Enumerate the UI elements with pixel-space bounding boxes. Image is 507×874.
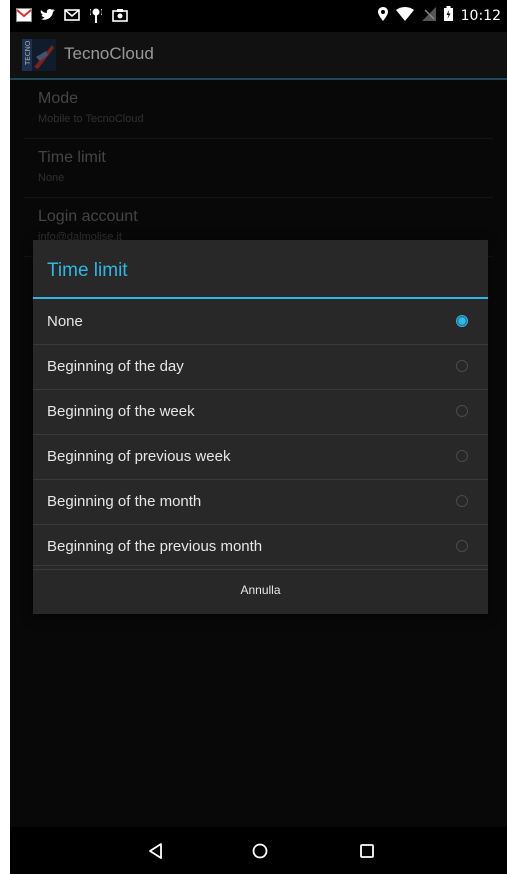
radio-unselected-icon[interactable] xyxy=(456,360,468,372)
option-label: None xyxy=(47,313,83,330)
notification-icons xyxy=(16,7,128,23)
option-list: None Beginning of the day Beginning of t… xyxy=(33,300,488,570)
option-label: Beginning of the day xyxy=(47,358,184,375)
battery-icon xyxy=(443,6,453,25)
wifi-tower-icon xyxy=(88,7,104,23)
gmail-icon xyxy=(16,7,32,23)
camera-icon xyxy=(112,7,128,23)
option-none[interactable]: None xyxy=(33,300,488,345)
dialog-title-divider xyxy=(33,297,488,299)
navigation-bar xyxy=(10,827,507,874)
radio-unselected-icon[interactable] xyxy=(456,540,468,552)
option-label: Beginning of the month xyxy=(47,493,202,510)
option-beginning-of-day[interactable]: Beginning of the day xyxy=(33,345,488,390)
clock-time: 10:12 xyxy=(460,7,501,24)
twitter-icon xyxy=(40,7,56,23)
location-icon xyxy=(377,6,388,25)
home-icon[interactable] xyxy=(250,841,270,861)
wifi-icon xyxy=(395,6,414,25)
option-beginning-of-month[interactable]: Beginning of the month xyxy=(33,480,488,525)
option-label: Beginning of the week xyxy=(47,403,195,420)
no-signal-icon xyxy=(421,6,436,25)
dialog-title: Time limit xyxy=(47,260,128,281)
time-limit-dialog: Time limit None Beginning of the day Beg… xyxy=(33,240,488,614)
radio-unselected-icon[interactable] xyxy=(456,495,468,507)
android-screen: 10:12 TECNO TecnoCloud Mode Mobile to Te… xyxy=(10,0,507,874)
option-beginning-of-previous-month[interactable]: Beginning of the previous month xyxy=(33,525,488,570)
radio-unselected-icon[interactable] xyxy=(456,450,468,462)
mail-icon xyxy=(64,7,80,23)
back-icon[interactable] xyxy=(146,841,166,861)
option-label: Beginning of the previous month xyxy=(47,538,263,555)
option-beginning-of-week[interactable]: Beginning of the week xyxy=(33,390,488,435)
system-icons: 10:12 xyxy=(377,6,501,25)
radio-unselected-icon[interactable] xyxy=(456,405,468,417)
radio-selected-icon[interactable] xyxy=(456,315,468,327)
cancel-button[interactable]: Annulla xyxy=(33,565,488,615)
status-bar: 10:12 xyxy=(10,0,507,32)
option-beginning-of-previous-week[interactable]: Beginning of previous week xyxy=(33,435,488,480)
option-label: Beginning of previous week xyxy=(47,448,231,465)
recents-icon[interactable] xyxy=(357,841,377,861)
